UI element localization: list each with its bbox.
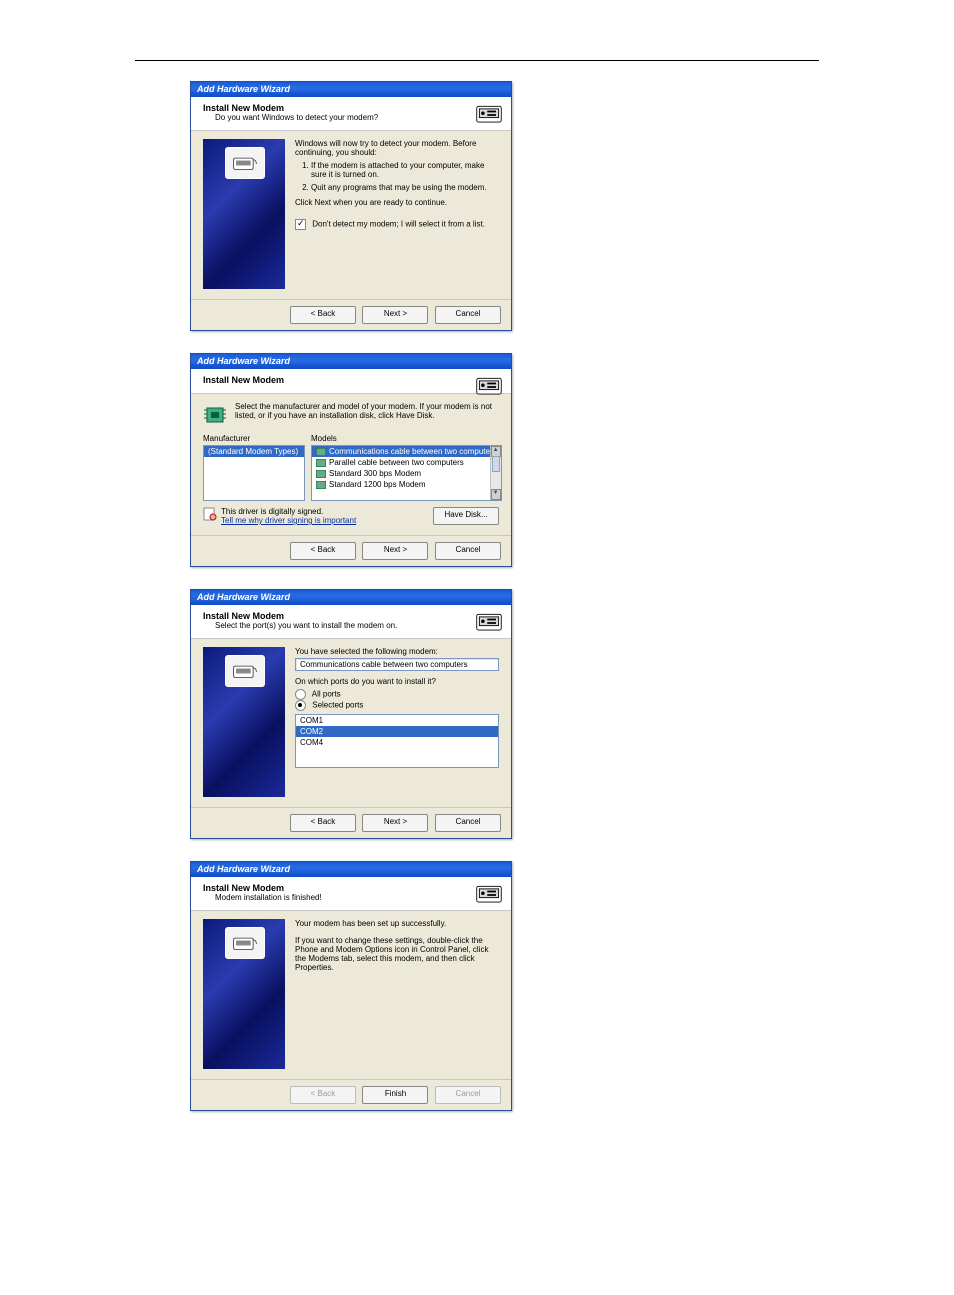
back-button: < Back [290,1086,356,1104]
manufacturer-label: Manufacturer [203,434,305,443]
cancel-button[interactable]: Cancel [435,306,501,324]
radio-all-ports-row[interactable]: All ports [295,689,499,700]
modem-icon [225,655,265,687]
list-item[interactable]: (Standard Modem Types) [204,446,304,457]
header-title: Install New Modem [203,375,501,385]
dialog-body: You have selected the following modem: C… [191,639,511,807]
checkbox-row[interactable]: ✓ Don't detect my modem; I will select i… [295,219,499,230]
selected-intro: You have selected the following modem: [295,647,499,656]
driver-icon [316,470,326,478]
wizard-sidebar [203,139,285,289]
wizard-dialog-finished: Add Hardware Wizard Install New Modem Mo… [190,861,512,1111]
list-item[interactable]: Standard 300 bps Modem [312,468,501,479]
list-item[interactable]: COM1 [296,715,498,726]
titlebar[interactable]: Add Hardware Wizard [191,354,511,369]
checkbox-label: Don't detect my modem; I will select it … [312,220,485,229]
certificate-icon [203,507,217,521]
driver-icon [316,459,326,467]
wizard-dialog-select-port: Add Hardware Wizard Install New Modem Se… [190,589,512,839]
dialog-footer: < Back Next > Cancel [191,299,511,330]
radio-selected-ports[interactable] [295,700,306,711]
header-title: Install New Modem [203,883,501,893]
radio-all-ports[interactable] [295,689,306,700]
dialog-header: Install New Modem [191,369,511,394]
dialog-body: Select the manufacturer and model of you… [191,394,511,535]
radio-label: All ports [312,690,341,699]
back-button[interactable]: < Back [290,814,356,832]
dialog-body: Windows will now try to detect your mode… [191,131,511,299]
instruction-text: Select the manufacturer and model of you… [235,402,499,420]
scrollbar[interactable]: ▲ ▼ [490,446,501,500]
intro-text: Windows will now try to detect your mode… [295,139,499,157]
dialog-body: Your modem has been set up successfully.… [191,911,511,1079]
step-1: If the modem is attached to your compute… [311,161,499,179]
dialog-footer: < Back Finish Cancel [191,1079,511,1110]
next-button[interactable]: Next > [362,814,428,832]
dialog-header: Install New Modem Do you want Windows to… [191,97,511,131]
hardware-icon [475,609,503,637]
list-item[interactable]: COM2 [296,726,498,737]
wizard-dialog-select-model: Add Hardware Wizard Install New Modem Se… [190,353,512,567]
radio-label: Selected ports [312,701,363,710]
dialog-footer: < Back Next > Cancel [191,807,511,838]
cancel-button[interactable]: Cancel [435,542,501,560]
header-subtitle: Do you want Windows to detect your modem… [215,113,501,122]
hardware-icon [475,101,503,129]
list-item[interactable]: Communications cable between two compute… [312,446,501,457]
finish-button[interactable]: Finish [362,1086,428,1104]
radio-selected-ports-row[interactable]: Selected ports [295,700,499,711]
header-subtitle: Modem installation is finished! [215,893,501,902]
modem-icon [225,147,265,179]
ports-question: On which ports do you want to install it… [295,677,499,686]
signing-link[interactable]: Tell me why driver signing is important [221,516,356,525]
cancel-button: Cancel [435,1086,501,1104]
titlebar[interactable]: Add Hardware Wizard [191,82,511,97]
hardware-icon [475,373,503,401]
cancel-button[interactable]: Cancel [435,814,501,832]
list-item[interactable]: Standard 1200 bps Modem [312,479,501,490]
list-item[interactable]: Parallel cable between two computers [312,457,501,468]
titlebar[interactable]: Add Hardware Wizard [191,590,511,605]
back-button[interactable]: < Back [290,542,356,560]
titlebar[interactable]: Add Hardware Wizard [191,862,511,877]
header-title: Install New Modem [203,611,501,621]
change-settings-message: If you want to change these settings, do… [295,936,499,972]
wizard-sidebar [203,647,285,797]
back-button[interactable]: < Back [290,306,356,324]
ports-listbox[interactable]: COM1 COM2 COM4 [295,714,499,768]
scroll-thumb[interactable] [492,456,500,472]
dialog-header: Install New Modem Select the port(s) you… [191,605,511,639]
have-disk-button[interactable]: Have Disk... [433,507,499,525]
signed-text: This driver is digitally signed. [221,507,356,516]
header-subtitle: Select the port(s) you want to install t… [215,621,501,630]
success-message: Your modem has been set up successfully. [295,919,499,928]
models-listbox[interactable]: Communications cable between two compute… [311,445,502,501]
content-panel: Your modem has been set up successfully.… [295,919,499,1069]
step-2: Quit any programs that may be using the … [311,183,499,192]
content-panel: Windows will now try to detect your mode… [295,139,499,289]
next-button[interactable]: Next > [362,306,428,324]
wizard-dialog-detect: Add Hardware Wizard Install New Modem Do… [190,81,512,331]
driver-icon [316,481,326,489]
selected-modem-field: Communications cable between two compute… [295,658,499,671]
dialog-header: Install New Modem Modem installation is … [191,877,511,911]
list-item[interactable]: COM4 [296,737,498,748]
chip-icon [203,402,227,428]
wizard-sidebar [203,919,285,1069]
next-button[interactable]: Next > [362,542,428,560]
modem-icon [225,927,265,959]
driver-icon [316,448,326,456]
page-rule [135,60,819,61]
manufacturer-listbox[interactable]: (Standard Modem Types) [203,445,305,501]
scroll-down-icon[interactable]: ▼ [491,489,501,500]
header-title: Install New Modem [203,103,501,113]
hardware-icon [475,881,503,909]
content-panel: You have selected the following modem: C… [295,647,499,797]
dont-detect-checkbox[interactable]: ✓ [295,219,306,230]
dialog-footer: < Back Next > Cancel [191,535,511,566]
models-label: Models [311,434,502,443]
proceed-text: Click Next when you are ready to continu… [295,198,499,207]
